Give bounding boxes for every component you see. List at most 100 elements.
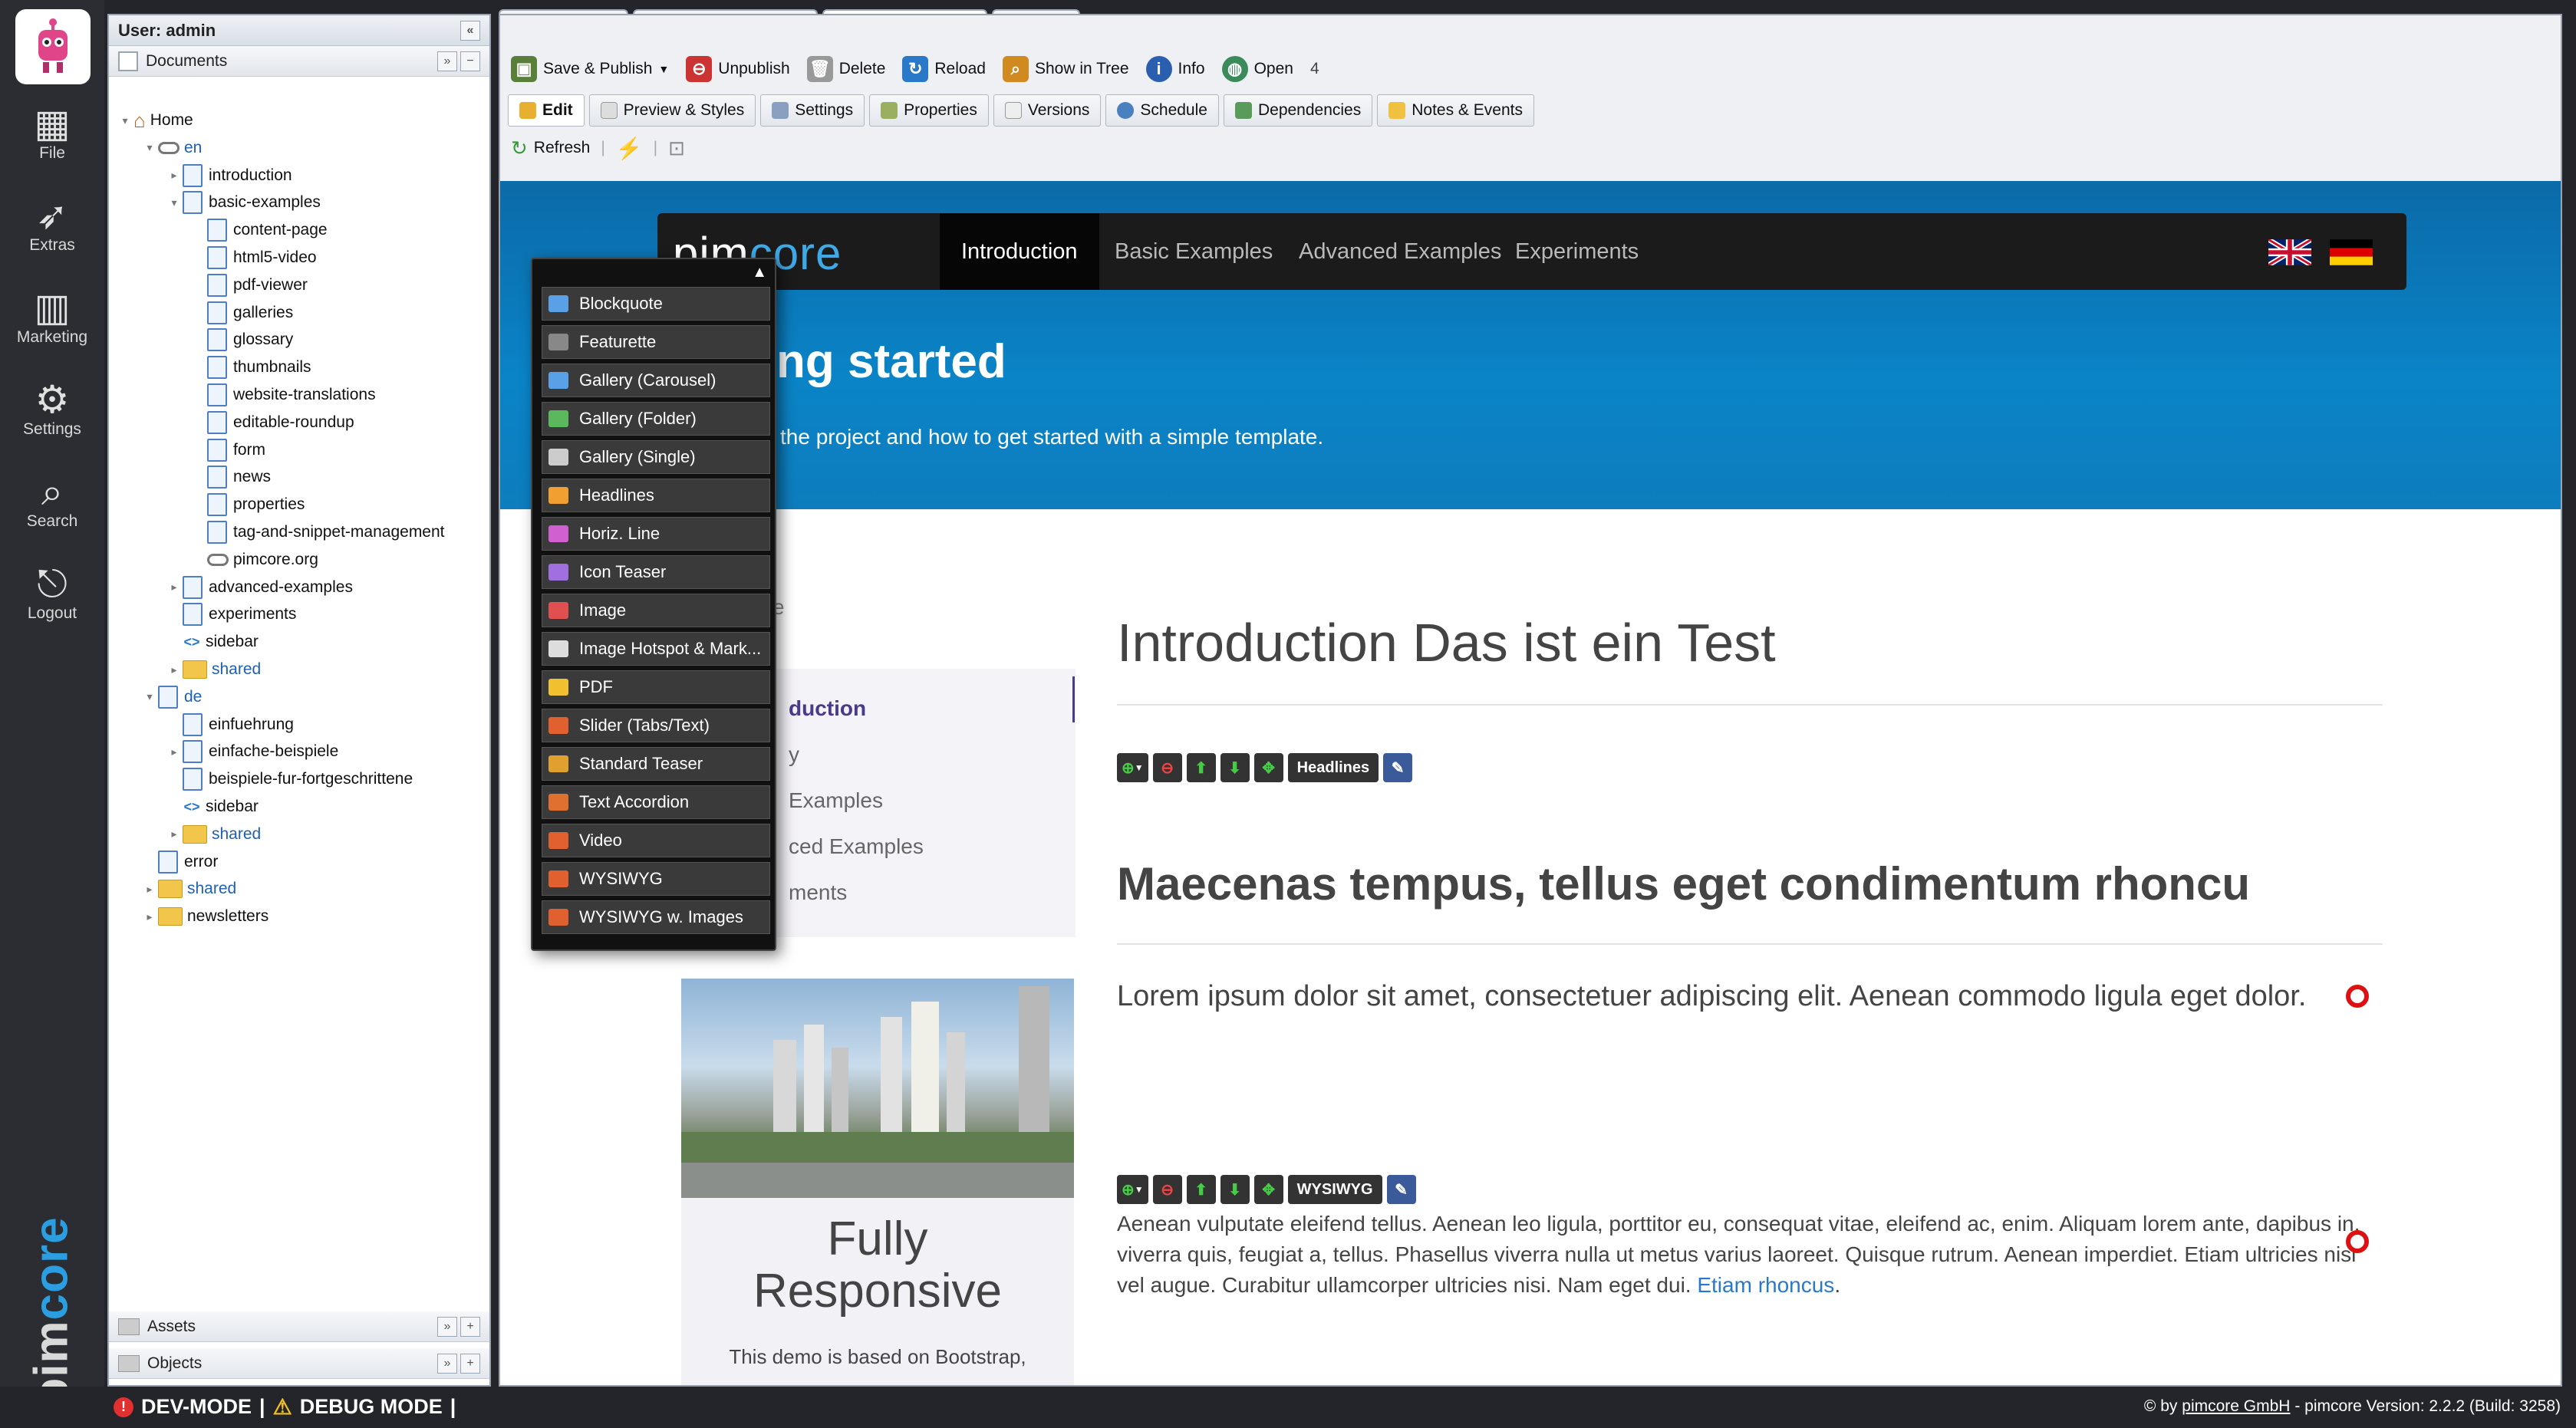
expand-toggle-icon[interactable]: ▸ — [166, 828, 183, 841]
tab-notes-events[interactable]: Notes & Events — [1377, 94, 1534, 127]
tree-node[interactable]: ▾ basic-examples — [166, 189, 321, 216]
tree-node[interactable]: ▸ einfache-beispiele — [166, 739, 338, 765]
tab-dependencies[interactable]: Dependencies — [1223, 94, 1373, 127]
tree-node[interactable]: content-page — [190, 217, 328, 243]
tree-node[interactable]: beispiele-fur-fortgeschrittene — [166, 766, 413, 792]
menu-item[interactable]: Image Hotspot & Mark... — [542, 632, 770, 666]
menu-item[interactable]: Slider (Tabs/Text) — [542, 709, 770, 742]
expand-icon[interactable]: » — [437, 1316, 457, 1337]
tree-node[interactable]: ▸ shared — [166, 821, 261, 847]
minimize-icon[interactable]: − — [460, 51, 480, 71]
move-down-button[interactable]: ⬇ — [1220, 1175, 1250, 1204]
tab-schedule[interactable]: Schedule — [1105, 94, 1219, 127]
block-options-button[interactable]: ✎ — [1386, 1175, 1416, 1204]
company-link[interactable]: pimcore GmbH — [2182, 1397, 2290, 1415]
menu-item[interactable]: Video — [542, 824, 770, 857]
target-icon[interactable] — [2346, 985, 2369, 1008]
expand-toggle-icon[interactable]: ▸ — [166, 745, 183, 758]
menu-item[interactable]: Blockquote — [542, 287, 770, 321]
flag-de-icon[interactable] — [2330, 239, 2373, 265]
menu-item[interactable]: Image — [542, 594, 770, 627]
menu-item[interactable]: Featurette — [542, 325, 770, 359]
tree-node[interactable]: error — [141, 849, 218, 875]
side-nav-item[interactable]: Examples — [789, 788, 883, 813]
side-nav-item[interactable]: y — [789, 742, 799, 767]
remove-block-button[interactable]: ⊖ — [1152, 1175, 1182, 1204]
nav-introduction[interactable]: Introduction — [940, 213, 1099, 290]
side-nav-item[interactable]: ced Examples — [789, 834, 924, 859]
tree-node[interactable]: ▾ de — [141, 684, 202, 710]
body-link[interactable]: Etiam rhoncus — [1697, 1273, 1834, 1297]
add-icon[interactable]: + — [460, 1353, 480, 1374]
open-button[interactable]: ◍ Open 4 — [1221, 56, 1319, 82]
assets-header[interactable]: Assets » + — [109, 1311, 489, 1342]
tree-node[interactable]: thumbnails — [190, 354, 311, 380]
info-button[interactable]: i Info — [1145, 56, 1205, 82]
menu-item[interactable]: Gallery (Single) — [542, 440, 770, 474]
tab-versions[interactable]: Versions — [993, 94, 1102, 127]
lock-icon[interactable]: ⊡ — [668, 137, 685, 160]
drag-block-button[interactable]: ✥ — [1253, 1175, 1283, 1204]
menu-item[interactable]: Headlines — [542, 479, 770, 512]
remove-block-button[interactable]: ⊖ — [1152, 753, 1182, 782]
save-publish-button[interactable]: ▣ Save & Publish ▼ — [511, 56, 669, 82]
menu-item[interactable]: Gallery (Carousel) — [542, 364, 770, 397]
expand-toggle-icon[interactable]: ▸ — [166, 169, 183, 182]
reload-button[interactable]: ↻ Reload — [902, 56, 986, 82]
tab-edit[interactable]: Edit — [508, 94, 585, 127]
unpublish-button[interactable]: ⊖ Unpublish — [686, 56, 790, 82]
expand-toggle-icon[interactable]: ▾ — [166, 196, 183, 209]
expand-toggle-icon[interactable]: ▸ — [166, 663, 183, 676]
marketing-button[interactable]: ▥ Marketing — [0, 275, 104, 359]
tab-properties[interactable]: Properties — [869, 94, 989, 127]
tree-node[interactable]: ▸ shared — [166, 656, 261, 683]
add-block-button[interactable]: ⊕ ▼ — [1117, 1175, 1148, 1204]
expand-toggle-icon[interactable]: ▸ — [166, 581, 183, 594]
side-nav-item[interactable]: ments — [789, 880, 847, 905]
tree-node[interactable]: ▾ ⌂ Home — [117, 107, 193, 133]
tree-node[interactable]: ▸ introduction — [166, 163, 292, 189]
collapse-panel-icon[interactable]: « — [460, 20, 480, 41]
expand-icon[interactable]: » — [437, 1353, 457, 1374]
expand-toggle-icon[interactable]: ▾ — [141, 141, 158, 154]
tab-preview-styles[interactable]: Preview & Styles — [588, 94, 756, 127]
menu-item[interactable]: Gallery (Folder) — [542, 402, 770, 436]
menu-item[interactable]: Horiz. Line — [542, 517, 770, 551]
file-button[interactable]: ▦ File — [0, 90, 104, 175]
tree-node[interactable]: <> sidebar — [166, 629, 258, 655]
tree-node[interactable]: ▸ advanced-examples — [166, 574, 353, 600]
lightning-icon[interactable]: ⚡ — [616, 136, 643, 161]
tree-node[interactable]: ▸ shared — [141, 876, 236, 902]
tree-node[interactable]: galleries — [190, 300, 293, 326]
tree-node[interactable]: pdf-viewer — [190, 272, 308, 298]
tree-node[interactable]: ▸ newsletters — [141, 903, 268, 930]
nav-basic-examples[interactable]: Basic Examples — [1093, 213, 1294, 290]
expand-icon[interactable]: » — [437, 51, 457, 71]
drag-block-button[interactable]: ✥ — [1253, 753, 1283, 782]
refresh-button[interactable]: ↻ Refresh — [511, 137, 590, 160]
tree-node[interactable]: tag-and-snippet-management — [190, 519, 445, 545]
tab-settings[interactable]: Settings — [760, 94, 865, 127]
scroll-up-icon[interactable]: ▲ — [752, 264, 767, 281]
expand-toggle-icon[interactable]: ▸ — [141, 910, 158, 923]
menu-item[interactable]: PDF — [542, 670, 770, 704]
expand-toggle-icon[interactable]: ▾ — [117, 114, 133, 127]
delete-button[interactable]: 🗑 Delete — [806, 56, 885, 82]
nav-advanced-examples[interactable]: Advanced Examples — [1277, 213, 1523, 290]
menu-item[interactable]: Standard Teaser — [542, 747, 770, 781]
tree-node[interactable]: html5-video — [190, 245, 317, 271]
tree-node[interactable]: <> sidebar — [166, 794, 258, 820]
tree-node[interactable]: pimcore.org — [190, 547, 318, 573]
extras-button[interactable]: ➶ Extras — [0, 183, 104, 267]
tree-node[interactable]: properties — [190, 492, 305, 518]
tree-node[interactable]: ▾ en — [141, 135, 202, 161]
tree-node[interactable]: glossary — [190, 327, 293, 353]
add-icon[interactable]: + — [460, 1316, 480, 1337]
documents-header[interactable]: Documents » − — [109, 46, 489, 77]
move-up-button[interactable]: ⬆ — [1186, 753, 1216, 782]
pimcore-robot-logo[interactable] — [15, 9, 91, 84]
tree-node[interactable]: einfuehrung — [166, 712, 294, 738]
tree-node[interactable]: news — [190, 464, 271, 490]
move-down-button[interactable]: ⬇ — [1220, 753, 1250, 782]
add-block-button[interactable]: ⊕ ▼ — [1117, 753, 1148, 782]
